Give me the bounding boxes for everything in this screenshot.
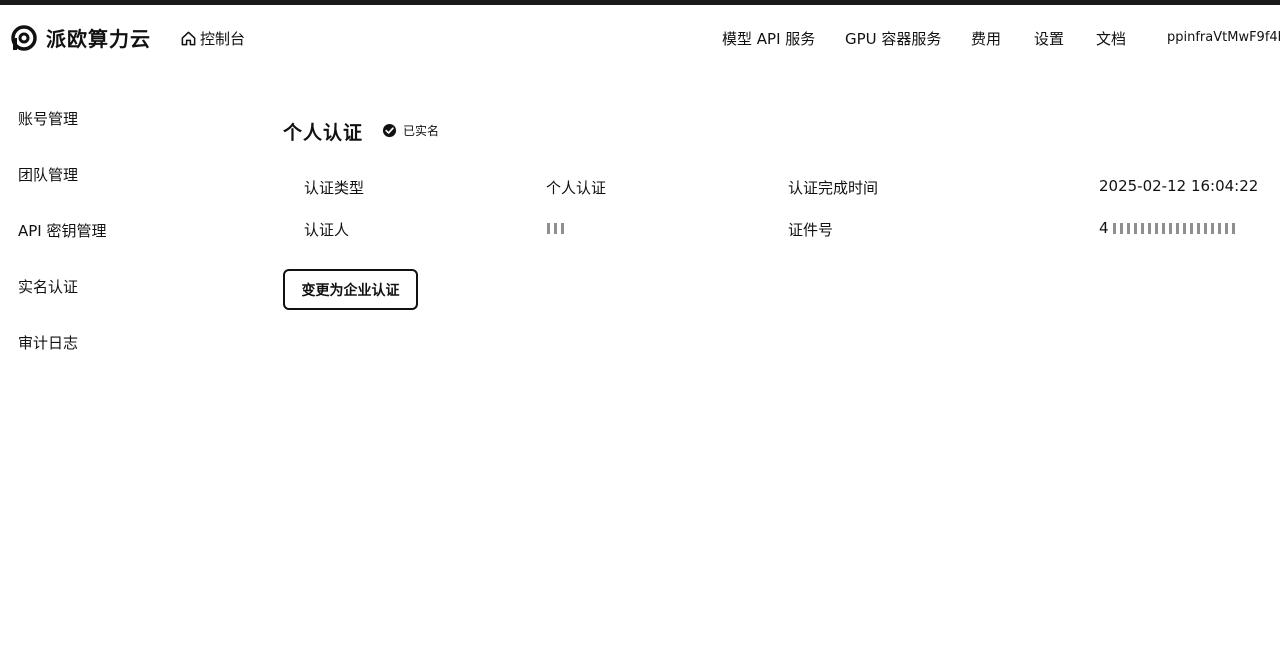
redacted-mask (1113, 223, 1238, 234)
detail-id-label: 证件号 (788, 221, 834, 239)
user-menu[interactable]: ppinfraVtMwF9f4b (1167, 30, 1280, 45)
detail-person-value (547, 219, 567, 237)
detail-time-value: 2025-02-12 16:04:22 (1099, 177, 1259, 195)
detail-type-value: 个人认证 (546, 179, 607, 197)
detail-id-text: 4 (1099, 219, 1109, 237)
nav-docs[interactable]: 文档 (1096, 28, 1126, 49)
switch-to-enterprise-button[interactable]: 变更为企业认证 (283, 269, 418, 310)
status-badge: 已实名 (382, 122, 439, 139)
nav-settings[interactable]: 设置 (1034, 28, 1064, 49)
nav-gpu-container[interactable]: GPU 容器服务 (845, 28, 941, 49)
top-header: 派欧算力云 控制台 模型 API 服务 GPU 容器服务 费用 设置 文档 pp… (0, 5, 1280, 71)
page-title: 个人认证 (283, 122, 364, 144)
sidebar-item-verification[interactable]: 实名认证 (18, 276, 78, 297)
nav-billing[interactable]: 费用 (971, 28, 1001, 49)
sidebar-item-account[interactable]: 账号管理 (18, 108, 78, 129)
top-nav: 模型 API 服务 GPU 容器服务 费用 设置 文档 ppinfraVtMwF… (0, 28, 1280, 52)
sidebar-item-audit-log[interactable]: 审计日志 (18, 332, 78, 353)
sidebar-item-team[interactable]: 团队管理 (18, 164, 78, 185)
detail-person-label: 认证人 (304, 221, 350, 239)
sidebar-item-api-keys[interactable]: API 密钥管理 (18, 220, 107, 241)
detail-time-label: 认证完成时间 (788, 179, 879, 197)
detail-type-label: 认证类型 (304, 179, 365, 197)
status-badge-label: 已实名 (403, 124, 440, 138)
detail-id-value: 4 (1099, 219, 1238, 237)
redacted-mask (547, 223, 567, 234)
check-circle-icon (382, 123, 397, 138)
nav-model-api[interactable]: 模型 API 服务 (722, 28, 815, 49)
